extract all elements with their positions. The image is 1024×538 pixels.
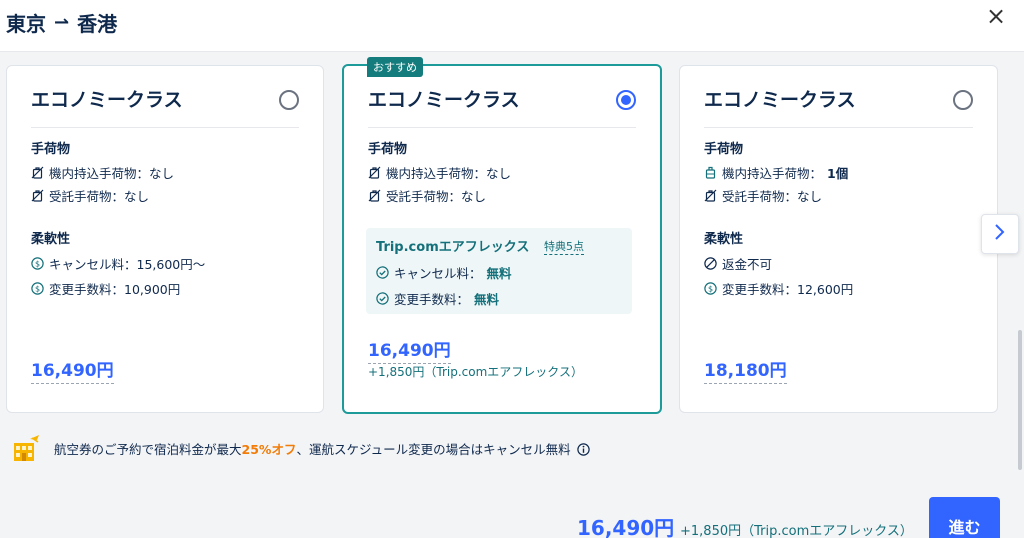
origin-city: 東京 [6, 12, 46, 36]
checked-bag-text: 受託手荷物：なし [386, 189, 487, 204]
carry-on-row: 機内持込手荷物：なし [31, 163, 174, 182]
dollar-circle-icon: $ [31, 257, 44, 270]
notice-text-after: 、運航スケジュール変更の場合はキャンセル無料 [296, 441, 571, 457]
route-title: 東京 ⇀ 香港 [6, 8, 117, 37]
fare-card-3[interactable]: エコノミークラス 手荷物 機内持込手荷物： 1個 受託手荷物：なし 柔軟性 返金不… [679, 65, 998, 413]
no-baggage-icon [31, 166, 44, 179]
carry-on-row: 機内持込手荷物： 1個 [704, 163, 848, 182]
notice-text: 航空券のご予約で宿泊料金が最大25%オフ、運航スケジュール変更の場合はキャンセル… [54, 439, 590, 458]
airflex-surcharge: +1,850円（Trip.comエアフレックス） [368, 365, 583, 379]
airflex-change-row: 変更手数料： 無料 [376, 289, 499, 308]
divider [31, 127, 299, 128]
fare-class-title: エコノミークラス [368, 89, 520, 111]
carry-on-text: 機内持込手荷物：なし [49, 166, 175, 181]
fare-radio-1[interactable] [279, 90, 299, 110]
svg-text:$: $ [35, 260, 40, 269]
divider [704, 127, 973, 128]
recommended-badge: おすすめ [367, 57, 423, 77]
next-fares-button[interactable] [981, 214, 1019, 254]
fare-radio-3[interactable] [953, 90, 973, 110]
refund-row: 返金不可 [704, 254, 772, 273]
dollar-circle-icon: $ [31, 282, 44, 295]
change-fee-row: $ 変更手数料：10,900円 [31, 279, 180, 298]
no-baggage-icon [368, 189, 381, 202]
carry-on-value: 1個 [827, 166, 849, 181]
total-price: 16,490円 [577, 516, 675, 538]
fare-card-1[interactable]: エコノミークラス 手荷物 機内持込手荷物：なし 受託手荷物：なし 柔軟性 $ キ… [6, 65, 324, 413]
change-fee-row: $ 変更手数料：12,600円 [704, 279, 853, 298]
route-arrow-icon: ⇀ [54, 12, 70, 33]
airflex-cancel-value: 無料 [486, 266, 512, 281]
airflex-cancel-row: キャンセル料： 無料 [376, 263, 512, 282]
divider [368, 127, 636, 128]
baggage-section-title: 手荷物 [704, 142, 744, 157]
checked-bag-row: 受託手荷物：なし [704, 186, 822, 205]
chevron-right-icon [994, 223, 1006, 245]
prohibited-icon [704, 257, 717, 270]
fare-card-2[interactable]: おすすめ エコノミークラス 手荷物 機内持込手荷物：なし 受託手荷物：なし Tr… [342, 57, 662, 414]
flexibility-section-title: 柔軟性 [31, 232, 71, 247]
carry-on-row: 機内持込手荷物：なし [368, 163, 511, 182]
carry-on-label: 機内持込手荷物： [722, 166, 823, 181]
fare-price[interactable]: 18,180円 [704, 356, 787, 384]
fare-price[interactable]: 16,490円 [368, 336, 451, 364]
close-button[interactable]: × [984, 4, 1008, 28]
cancel-fee-text: キャンセル料：15,600円～ [49, 257, 206, 272]
scrollbar[interactable] [1018, 330, 1022, 470]
baggage-section-title: 手荷物 [31, 142, 71, 157]
info-icon[interactable] [576, 442, 590, 456]
no-baggage-icon [368, 166, 381, 179]
checked-bag-row: 受託手荷物：なし [368, 186, 486, 205]
change-fee-text: 変更手数料：12,600円 [722, 282, 854, 297]
hotel-discount-notice: 航空券のご予約で宿泊料金が最大25%オフ、運航スケジュール変更の場合はキャンセル… [12, 432, 590, 464]
notice-text-before: 航空券のご予約で宿泊料金が最大 [54, 441, 242, 457]
total-airflex-surcharge: +1,850円（Trip.comエアフレックス） [680, 524, 913, 538]
airflex-cancel-label: キャンセル料： [394, 266, 482, 281]
fare-class-title: エコノミークラス [704, 89, 856, 111]
change-fee-text: 変更手数料：10,900円 [49, 282, 181, 297]
checked-bag-text: 受託手荷物：なし [49, 189, 150, 204]
checked-bag-row: 受託手荷物：なし [31, 186, 149, 205]
airflex-box: Trip.comエアフレックス 特典5点 キャンセル料： 無料 変更手数料： 無料 [366, 228, 632, 314]
dollar-circle-icon: $ [704, 282, 717, 295]
fare-radio-2[interactable] [616, 90, 636, 110]
baggage-section-title: 手荷物 [368, 142, 408, 157]
checked-bag-text: 受託手荷物：なし [722, 189, 823, 204]
airflex-change-label: 変更手数料： [394, 292, 470, 307]
modal-header: 東京 ⇀ 香港 × [0, 0, 1024, 52]
airflex-perks-link[interactable]: 特典5点 [544, 238, 584, 255]
svg-text:$: $ [708, 285, 713, 294]
notice-highlight: 25%オフ [241, 441, 297, 457]
fare-price[interactable]: 16,490円 [31, 356, 114, 384]
carry-on-text: 機内持込手荷物：なし [386, 166, 512, 181]
airflex-title: Trip.comエアフレックス [376, 240, 530, 255]
hotel-icon [12, 433, 42, 463]
cancel-fee-row: $ キャンセル料：15,600円～ [31, 254, 205, 273]
baggage-icon [704, 166, 717, 179]
proceed-button[interactable]: 進む [929, 497, 1000, 538]
refund-text: 返金不可 [722, 257, 773, 272]
check-circle-icon [376, 266, 389, 279]
no-baggage-icon [704, 189, 717, 202]
flexibility-section-title: 柔軟性 [704, 232, 744, 247]
svg-text:$: $ [35, 285, 40, 294]
check-circle-icon [376, 292, 389, 305]
airflex-change-value: 無料 [474, 292, 500, 307]
no-baggage-icon [31, 189, 44, 202]
fare-class-title: エコノミークラス [31, 89, 183, 111]
destination-city: 香港 [77, 12, 118, 36]
